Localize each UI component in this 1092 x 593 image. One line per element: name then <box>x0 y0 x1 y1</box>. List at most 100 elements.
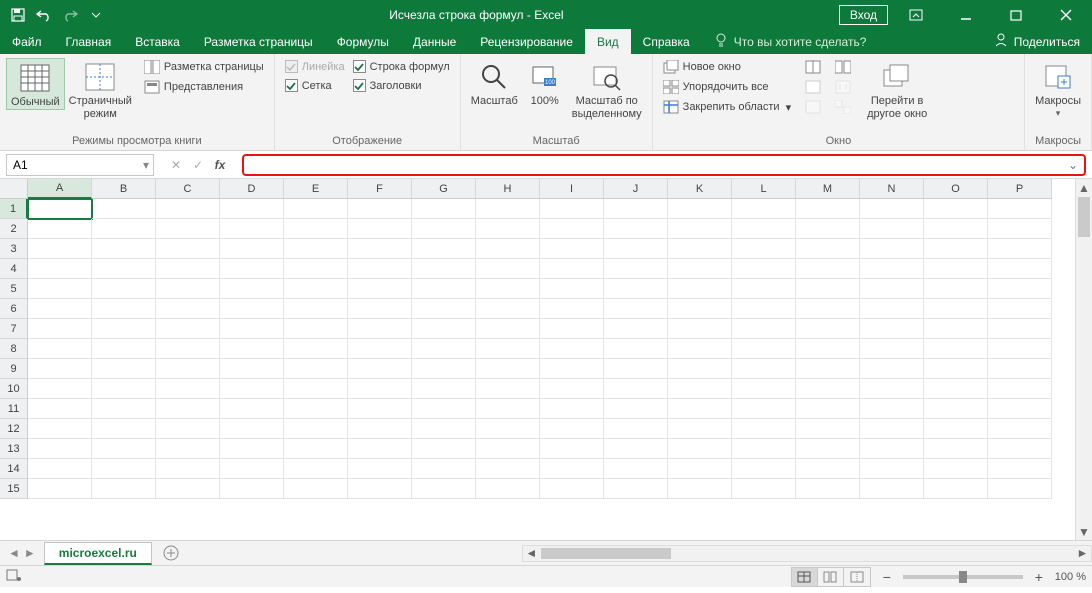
cell[interactable] <box>412 379 476 399</box>
cell[interactable] <box>732 399 796 419</box>
cell[interactable] <box>796 239 860 259</box>
horizontal-scrollbar[interactable]: ◄ ► <box>522 545 1092 562</box>
cell[interactable] <box>796 259 860 279</box>
cell[interactable] <box>796 359 860 379</box>
cell[interactable] <box>796 399 860 419</box>
cell[interactable] <box>284 479 348 499</box>
row-header[interactable]: 13 <box>0 439 28 459</box>
column-header[interactable]: N <box>860 179 924 199</box>
save-icon[interactable] <box>6 3 30 27</box>
cell[interactable] <box>156 319 220 339</box>
cell[interactable] <box>988 259 1052 279</box>
cell[interactable] <box>604 239 668 259</box>
cell[interactable] <box>92 379 156 399</box>
cell[interactable] <box>476 339 540 359</box>
row-header[interactable]: 1 <box>0 199 28 219</box>
cell[interactable] <box>924 459 988 479</box>
cell[interactable] <box>476 479 540 499</box>
cell[interactable] <box>860 419 924 439</box>
resetpos-button[interactable] <box>831 98 855 116</box>
cell[interactable] <box>924 279 988 299</box>
formula-input[interactable]: ⌄ <box>242 154 1086 176</box>
cell[interactable] <box>220 299 284 319</box>
cell[interactable] <box>476 419 540 439</box>
zoom100-button[interactable]: 100 100% <box>522 58 568 108</box>
cell[interactable] <box>476 359 540 379</box>
cell[interactable] <box>348 419 412 439</box>
sheet-tab[interactable]: microexcel.ru <box>44 542 152 565</box>
column-header[interactable]: K <box>668 179 732 199</box>
column-header[interactable]: F <box>348 179 412 199</box>
cell[interactable] <box>220 319 284 339</box>
cell[interactable] <box>284 279 348 299</box>
select-all-corner[interactable] <box>0 179 28 199</box>
cell[interactable] <box>796 319 860 339</box>
column-header[interactable]: M <box>796 179 860 199</box>
cell[interactable] <box>220 439 284 459</box>
row-header[interactable]: 15 <box>0 479 28 499</box>
cell[interactable] <box>220 279 284 299</box>
cell[interactable] <box>988 319 1052 339</box>
cell[interactable] <box>540 199 604 219</box>
split-button[interactable] <box>801 58 825 76</box>
cell[interactable] <box>284 259 348 279</box>
gridlines-checkbox[interactable]: Сетка <box>281 77 349 94</box>
cell[interactable] <box>860 219 924 239</box>
row-header[interactable]: 8 <box>0 339 28 359</box>
macros-button[interactable]: Макросы ▾ <box>1031 58 1085 119</box>
signin-button[interactable]: Вход <box>839 5 888 25</box>
cell[interactable] <box>540 299 604 319</box>
cell[interactable] <box>540 459 604 479</box>
syncscroll-button[interactable] <box>831 78 855 96</box>
cell[interactable] <box>220 459 284 479</box>
cell[interactable] <box>284 419 348 439</box>
cell[interactable] <box>668 319 732 339</box>
cell[interactable] <box>668 379 732 399</box>
cell[interactable] <box>796 459 860 479</box>
cell[interactable] <box>924 319 988 339</box>
cell[interactable] <box>28 459 92 479</box>
cell[interactable] <box>220 339 284 359</box>
cell[interactable] <box>668 339 732 359</box>
cell[interactable] <box>860 359 924 379</box>
cell[interactable] <box>924 439 988 459</box>
cell[interactable] <box>92 259 156 279</box>
cell[interactable] <box>284 299 348 319</box>
normal-view-status-button[interactable] <box>792 568 818 586</box>
cell[interactable] <box>988 339 1052 359</box>
cell[interactable] <box>988 279 1052 299</box>
cell[interactable] <box>28 479 92 499</box>
cell[interactable] <box>476 439 540 459</box>
pagebreak-status-button[interactable] <box>844 568 870 586</box>
cell[interactable] <box>28 339 92 359</box>
cell[interactable] <box>732 379 796 399</box>
cell[interactable] <box>860 439 924 459</box>
cell[interactable] <box>28 299 92 319</box>
column-header[interactable]: G <box>412 179 476 199</box>
cell[interactable] <box>284 459 348 479</box>
cell[interactable] <box>924 419 988 439</box>
cell[interactable] <box>156 259 220 279</box>
tab-home[interactable]: Главная <box>54 29 124 54</box>
cell[interactable] <box>284 439 348 459</box>
cell[interactable] <box>988 379 1052 399</box>
row-header[interactable]: 9 <box>0 359 28 379</box>
cell[interactable] <box>412 359 476 379</box>
zoom-selection-button[interactable]: Масштаб по выделенному <box>568 58 646 121</box>
cell[interactable] <box>732 219 796 239</box>
cell[interactable] <box>668 459 732 479</box>
cell[interactable] <box>988 199 1052 219</box>
cell[interactable] <box>412 399 476 419</box>
pagebreak-view-button[interactable]: Страничный режим <box>65 58 136 121</box>
cell[interactable] <box>348 339 412 359</box>
cell[interactable] <box>732 239 796 259</box>
tab-data[interactable]: Данные <box>401 29 468 54</box>
cell[interactable] <box>732 359 796 379</box>
tab-formulas[interactable]: Формулы <box>325 29 401 54</box>
cell[interactable] <box>540 339 604 359</box>
cell[interactable] <box>412 459 476 479</box>
cell[interactable] <box>668 479 732 499</box>
cell[interactable] <box>348 479 412 499</box>
cell[interactable] <box>156 339 220 359</box>
tab-pagelayout[interactable]: Разметка страницы <box>192 29 325 54</box>
